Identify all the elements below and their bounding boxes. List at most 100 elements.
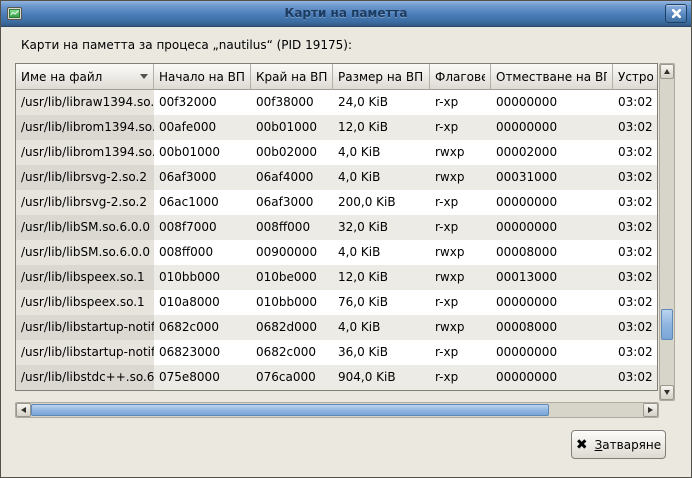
table-cell: 00f32000: [154, 90, 251, 115]
table-cell: 00900000: [251, 240, 333, 265]
table-cell: 008ff000: [251, 215, 333, 240]
table-cell: /usr/lib/libSM.so.6.0.0: [16, 240, 154, 265]
table-cell: 00000000: [491, 215, 613, 240]
titlebar[interactable]: Карти на паметта: [1, 1, 691, 27]
table-cell: 03:02: [613, 215, 658, 240]
table-cell: /usr/lib/libraw1394.so.8: [16, 90, 154, 115]
table-row[interactable]: /usr/lib/libspeex.so.1010a8000010bb00076…: [16, 290, 657, 315]
table-cell: /usr/lib/librom1394.so.0: [16, 115, 154, 140]
table-row[interactable]: /usr/lib/libSM.so.6.0.0008f7000008ff0003…: [16, 215, 657, 240]
table-cell: 4,0 KiB: [333, 140, 430, 165]
table-cell: /usr/lib/librsvg-2.so.2: [16, 190, 154, 215]
scroll-up-button[interactable]: [660, 64, 674, 79]
table-cell: 00f38000: [251, 90, 333, 115]
table-row[interactable]: /usr/lib/librsvg-2.so.206af300006af40004…: [16, 165, 657, 190]
table-cell: 010bb000: [251, 290, 333, 315]
table-body: /usr/lib/libraw1394.so.800f3200000f38000…: [16, 90, 657, 390]
table-cell: 03:02: [613, 340, 658, 365]
table-cell: r-xp: [430, 190, 491, 215]
column-header-label: Флагове: [435, 70, 485, 84]
scroll-right-button[interactable]: [643, 403, 658, 417]
table-cell: 03:02: [613, 265, 658, 290]
table-cell: 010be000: [251, 265, 333, 290]
column-header-4[interactable]: Размер на ВП: [333, 64, 430, 90]
table-cell: 00b01000: [251, 115, 333, 140]
horizontal-scrollbar-thumb[interactable]: [31, 404, 549, 416]
table-cell: 06af4000: [251, 165, 333, 190]
table-cell: 008f7000: [154, 215, 251, 240]
table-row[interactable]: /usr/lib/libSM.so.6.0.0008ff000009000004…: [16, 240, 657, 265]
table-cell: 010bb000: [154, 265, 251, 290]
table-cell: r-xp: [430, 215, 491, 240]
table-cell: rwxp: [430, 315, 491, 340]
table-cell: 00031000: [491, 165, 613, 190]
table-cell: 904,0 KiB: [333, 365, 430, 390]
table-cell: /usr/lib/libstdc++.so.6: [16, 365, 154, 390]
table-row[interactable]: /usr/lib/librsvg-2.so.206ac100006af30002…: [16, 190, 657, 215]
titlebar-close-button[interactable]: [665, 4, 687, 23]
table-cell: r-xp: [430, 290, 491, 315]
table-cell: r-xp: [430, 90, 491, 115]
column-header-7[interactable]: Устройство: [613, 64, 658, 90]
table-cell: 06af3000: [251, 190, 333, 215]
table-cell: 24,0 KiB: [333, 90, 430, 115]
table-cell: /usr/lib/libstartup-notification-1.so.0: [16, 315, 154, 340]
table-cell: r-xp: [430, 340, 491, 365]
dialog-caption: Карти на паметта за процеса „nautilus“ (…: [21, 38, 352, 52]
table-cell: 76,0 KiB: [333, 290, 430, 315]
table-cell: 00000000: [491, 190, 613, 215]
table-row[interactable]: /usr/lib/libraw1394.so.800f3200000f38000…: [16, 90, 657, 115]
horizontal-scrollbar[interactable]: [15, 402, 659, 418]
table-row[interactable]: /usr/lib/librom1394.so.000b0100000b02000…: [16, 140, 657, 165]
table-cell: 010a8000: [154, 290, 251, 315]
table-row[interactable]: /usr/lib/libstdc++.so.6075e8000076ca0009…: [16, 365, 657, 390]
table-cell: /usr/lib/libstartup-notification-1.so.0: [16, 340, 154, 365]
table-cell: 00002000: [491, 140, 613, 165]
table-row[interactable]: /usr/lib/libstartup-notification-1.so.00…: [16, 340, 657, 365]
column-header-2[interactable]: Начало на ВП: [154, 64, 251, 90]
close-x-icon: ✖: [576, 438, 588, 452]
table-row[interactable]: /usr/lib/librom1394.so.000afe00000b01000…: [16, 115, 657, 140]
close-icon: [671, 8, 682, 19]
table-cell: 06ac1000: [154, 190, 251, 215]
scroll-left-button[interactable]: [16, 403, 31, 417]
sort-descending-icon: [140, 74, 148, 79]
table-cell: r-xp: [430, 365, 491, 390]
table-cell: rwxp: [430, 140, 491, 165]
table-cell: rwxp: [430, 240, 491, 265]
table-cell: 00b01000: [154, 140, 251, 165]
table-row[interactable]: /usr/lib/libstartup-notification-1.so.0 0…: [16, 315, 657, 340]
table-row[interactable]: /usr/lib/libspeex.so.1010bb000010be00012…: [16, 265, 657, 290]
table-cell: 00013000: [491, 265, 613, 290]
table-cell: 03:02: [613, 140, 658, 165]
table-cell: 03:02: [613, 315, 658, 340]
table-cell: 06af3000: [154, 165, 251, 190]
table-cell: 4,0 KiB: [333, 315, 430, 340]
table-cell: 03:02: [613, 165, 658, 190]
vertical-scrollbar[interactable]: [659, 63, 675, 401]
table-cell: 00000000: [491, 340, 613, 365]
column-header-5[interactable]: Флагове: [430, 64, 491, 90]
close-dialog-button[interactable]: ✖ Затваряне: [571, 430, 666, 459]
scroll-right-icon: [648, 407, 653, 413]
table-cell: 00000000: [491, 290, 613, 315]
table-cell: /usr/lib/libSM.so.6.0.0: [16, 215, 154, 240]
table-cell: /usr/lib/libspeex.so.1: [16, 265, 154, 290]
column-header-3[interactable]: Край на ВП: [251, 64, 333, 90]
memory-maps-dialog: Карти на паметта Карти на паметта за про…: [0, 0, 692, 478]
table-cell: 00afe000: [154, 115, 251, 140]
table-cell: 200,0 KiB: [333, 190, 430, 215]
table-cell: 03:02: [613, 190, 658, 215]
column-header-1[interactable]: Име на файл: [16, 64, 154, 90]
column-header-label: Устройство: [618, 70, 653, 84]
table-cell: 00000000: [491, 90, 613, 115]
column-header-6[interactable]: Отместване на ВП: [491, 64, 613, 90]
scroll-left-icon: [21, 407, 26, 413]
table-cell: r-xp: [430, 115, 491, 140]
table-cell: 4,0 KiB: [333, 165, 430, 190]
table-cell: rwxp: [430, 165, 491, 190]
scroll-down-button[interactable]: [660, 385, 674, 400]
column-header-label: Начало на ВП: [159, 70, 245, 84]
vertical-scrollbar-thumb[interactable]: [661, 309, 673, 340]
table-cell: 06823000: [154, 340, 251, 365]
